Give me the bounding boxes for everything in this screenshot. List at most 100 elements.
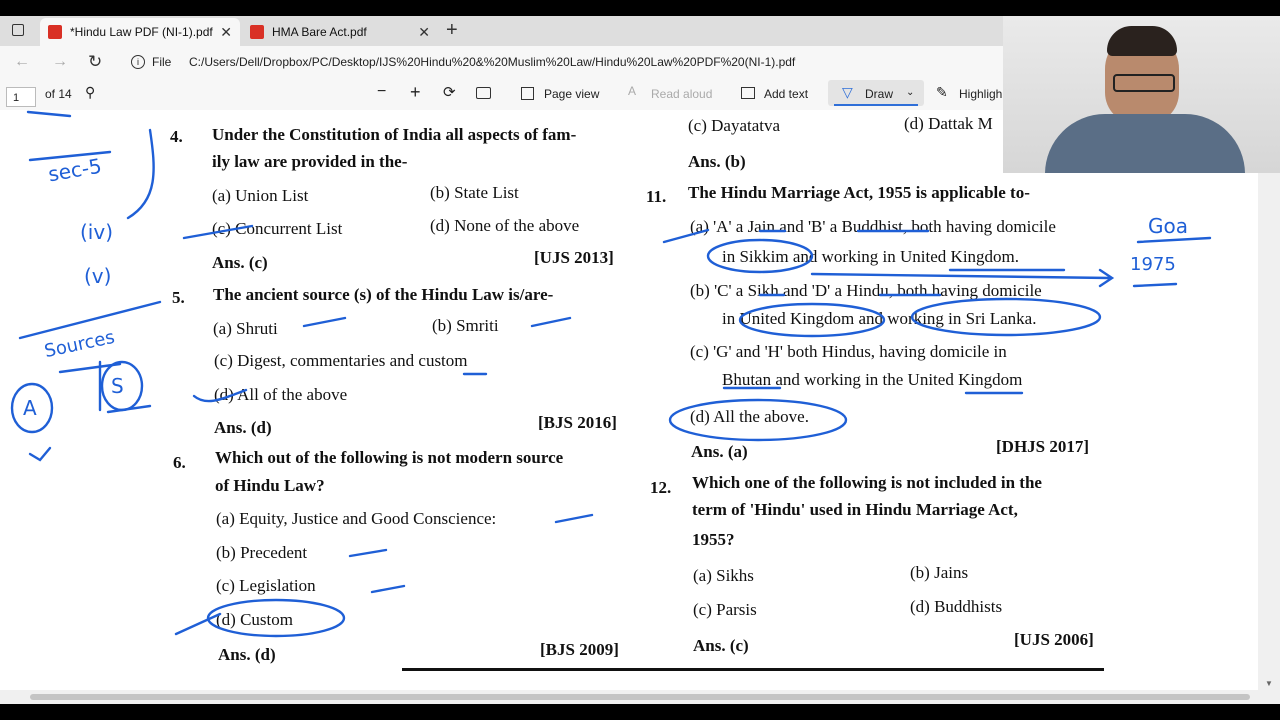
annotation-v: (v) [84, 264, 112, 288]
tab-hma-bare-act[interactable]: HMA Bare Act.pdf ✕ [242, 18, 438, 46]
read-aloud-icon[interactable]: A [628, 84, 636, 98]
page-rule [402, 668, 1104, 671]
option-text: in United Kingdom and working in Sri Lan… [722, 309, 1037, 328]
add-text-icon[interactable] [741, 87, 755, 99]
draw-icon[interactable]: ▽ [842, 84, 853, 101]
annotation-a: A [23, 396, 37, 420]
option-text: (c) Legislation [216, 576, 316, 595]
tab-hindu-law[interactable]: *Hindu Law PDF (NI-1).pdf ✕ [40, 18, 240, 46]
answer-text: Ans. (b) [688, 152, 746, 171]
annotation-year: 1975 [1130, 254, 1176, 275]
question-text: of Hindu Law? [215, 476, 325, 495]
tab-actions-icon[interactable] [12, 24, 24, 36]
read-aloud-button[interactable]: Read aloud [651, 87, 712, 101]
page-count: of 14 [45, 87, 72, 101]
annotation-sources: Sources [42, 326, 117, 363]
question-text: ily law are provided in the- [212, 152, 408, 171]
highlight-icon[interactable]: ✎ [936, 84, 948, 101]
question-text: Which out of the following is not modern… [215, 448, 564, 467]
url-field[interactable]: C:/Users/Dell/Dropbox/PC/Desktop/IJS%20H… [189, 55, 795, 69]
forward-icon[interactable]: → [52, 53, 68, 71]
annotation-goa: Goa [1148, 214, 1188, 238]
question-text: 1955? [692, 530, 735, 549]
option-text: (b) 'C' a Sikh and 'D' a Hindu, both hav… [690, 281, 1042, 300]
page-view-button[interactable]: Page view [544, 87, 599, 101]
close-tab-icon[interactable]: ✕ [418, 24, 430, 41]
question-text: Which one of the following is not includ… [692, 473, 1042, 492]
question-text: The Hindu Marriage Act, 1955 is applicab… [688, 183, 1030, 202]
annotation-s: S [111, 374, 124, 398]
highlight-button[interactable]: Highligh [959, 87, 1002, 101]
source-text: [BJS 2009] [540, 640, 619, 659]
scroll-thumb[interactable] [30, 694, 1250, 700]
annotation-sec: sec-5 [46, 153, 104, 187]
vertical-scrollbar[interactable]: ▲ ▼ [1258, 110, 1280, 690]
presenter-shirt [1045, 114, 1245, 173]
tab-title: *Hindu Law PDF (NI-1).pdf [70, 25, 213, 39]
option-text: (d) All the above. [690, 407, 809, 426]
ink-tick [28, 446, 52, 462]
option-text: (d) All of the above [214, 385, 348, 404]
option-text: (a) Equity, Justice and Good Conscience: [216, 509, 497, 528]
chevron-down-icon[interactable]: ⌄ [906, 87, 914, 98]
zoom-in-button[interactable]: + [410, 82, 421, 103]
search-icon[interactable]: ⚲ [85, 84, 95, 101]
ink-tick [174, 612, 222, 636]
option-text: (d) Custom [216, 610, 293, 629]
option-text: (b) Jains [910, 563, 969, 582]
back-icon[interactable]: ← [14, 53, 30, 71]
ink-stroke [106, 404, 152, 414]
question-text: term of 'Hindu' used in Hindu Marriage A… [692, 500, 1018, 519]
option-text: (b) State List [430, 183, 519, 202]
pdf-icon [48, 25, 62, 39]
answer-text: Ans. (c) [212, 253, 268, 272]
ink-stroke [126, 128, 155, 220]
question-number: 6. [173, 453, 186, 472]
question-number: 5. [172, 288, 185, 307]
answer-text: Ans. (c) [693, 636, 749, 655]
bottom-bar [0, 704, 1280, 720]
rotate-icon[interactable]: ⟳ [443, 83, 456, 101]
scroll-down-icon[interactable]: ▼ [1265, 679, 1273, 688]
webcam-overlay [1003, 16, 1280, 173]
ink-tick [370, 584, 406, 594]
source-text: [DHJS 2017] [996, 437, 1090, 456]
add-text-button[interactable]: Add text [764, 87, 808, 101]
option-text: (b) Smriti [432, 316, 499, 335]
answer-text: Ans. (d) [214, 418, 272, 437]
pdf-icon [250, 25, 264, 39]
question-number: 4. [170, 127, 183, 146]
question-number: 11. [646, 187, 667, 206]
option-text: (d) Dattak M [904, 114, 993, 133]
question-text: The ancient source (s) of the Hindu Law … [213, 285, 554, 304]
draw-button[interactable]: Draw [865, 87, 893, 101]
question-text: Under the Constitution of India all aspe… [212, 125, 577, 144]
presenter-glasses [1113, 74, 1175, 92]
presenter-hair [1107, 26, 1177, 56]
zoom-out-button[interactable]: − [377, 83, 386, 101]
annotation-iv: (iv) [80, 220, 113, 244]
ink-tick [554, 513, 594, 524]
option-text: (d) Buddhists [910, 597, 1003, 616]
ink-tick [530, 316, 572, 328]
close-tab-icon[interactable]: ✕ [220, 24, 232, 41]
new-tab-button[interactable]: + [446, 19, 458, 42]
horizontal-scrollbar[interactable] [0, 690, 1280, 704]
ink-strokes [10, 110, 1212, 638]
fit-page-icon[interactable] [476, 87, 491, 99]
option-text: (a) Sikhs [693, 566, 754, 585]
source-text: [BJS 2016] [538, 413, 617, 432]
file-label: File [152, 55, 172, 69]
page-number-input[interactable]: 1 [6, 87, 36, 107]
title-bar [0, 0, 1280, 16]
option-text: (c) Parsis [693, 600, 757, 619]
question-number: 12. [650, 478, 672, 497]
ink-underline [1136, 236, 1212, 244]
info-icon[interactable]: i [131, 55, 145, 69]
refresh-icon[interactable]: ↻ [88, 52, 102, 72]
page-view-icon[interactable] [521, 87, 534, 100]
option-text: (d) None of the above [430, 216, 580, 235]
source-text: [UJS 2006] [1014, 630, 1094, 649]
option-text: (c) Dayatatva [688, 116, 781, 135]
ink-tick [302, 316, 347, 328]
